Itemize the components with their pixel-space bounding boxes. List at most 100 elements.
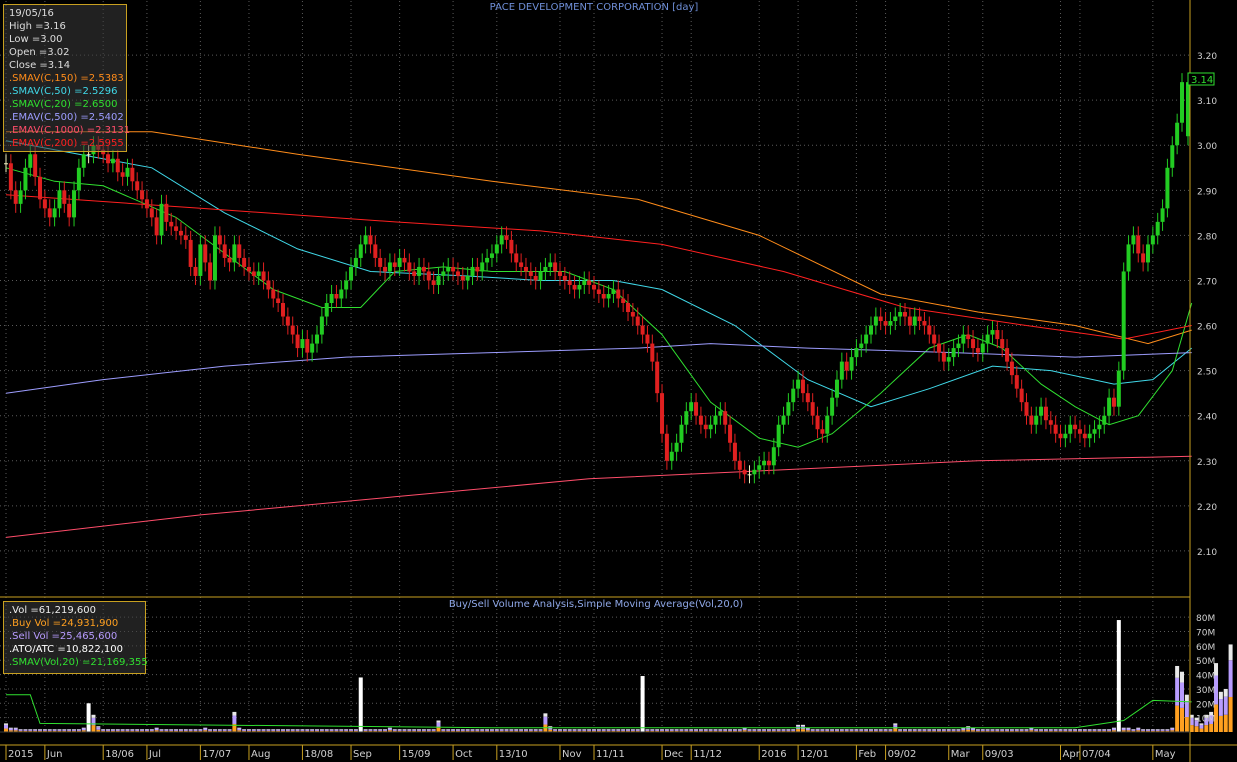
candle-body [144, 199, 149, 209]
candle-body [868, 325, 873, 335]
candle-body [903, 312, 908, 317]
candle-body [834, 379, 839, 398]
candle-body [839, 361, 844, 380]
candle-body [1165, 167, 1170, 209]
volume-bar-atoatc [183, 729, 188, 730]
volume-bar-sell [514, 729, 519, 731]
volume-bar-atoatc [285, 729, 290, 730]
volume-bar-atoatc [1184, 694, 1189, 702]
volume-bar-atoatc [1136, 727, 1141, 729]
volume-bar-sell [125, 729, 130, 731]
candle-body [52, 208, 57, 218]
date-tick-label: 12/01 [800, 749, 829, 760]
candle-body [368, 235, 373, 245]
volume-bar-sell [951, 729, 956, 731]
volume-bar-atoatc [684, 729, 689, 730]
volume-bar-sell [1039, 729, 1044, 731]
volume-bar-atoatc [728, 729, 733, 730]
candle-body [1005, 348, 1010, 362]
volume-bar-sell [713, 729, 718, 731]
volume-bar-sell [907, 729, 912, 731]
volume-bar-atoatc [713, 729, 718, 730]
volume-bar-atoatc [485, 729, 490, 730]
indicator-row: .SMAV(C,50) =2.5296 [9, 86, 118, 97]
volume-bar-atoatc [771, 729, 776, 730]
volume-bar-sell [431, 729, 436, 731]
volume-bar-sell [494, 729, 499, 731]
volume-bar-sell [499, 729, 504, 731]
volume-bar-atoatc [373, 729, 378, 730]
volume-bar-atoatc [927, 729, 932, 730]
volume-bar-atoatc [878, 729, 883, 730]
volume-bar-sell [703, 729, 708, 731]
candle-body [208, 262, 213, 281]
volume-bar-buy [1218, 715, 1223, 732]
indicator-list: .SMAV(C,150) =2.5383 .SMAV(C,50) =2.5296.… [9, 72, 130, 150]
volume-bar-sell [592, 729, 596, 731]
volume-bar-atoatc [421, 729, 426, 730]
candle-body [358, 244, 363, 258]
volume-bar-sell [995, 729, 1000, 731]
candle-body [1019, 388, 1024, 403]
volume-bar-atoatc [1005, 729, 1010, 730]
volume-bar-atoatc [319, 729, 324, 730]
candle-body [86, 154, 91, 156]
volume-bar-atoatc [810, 729, 815, 730]
volume-bar-buy [1175, 705, 1180, 732]
candle-body [193, 266, 198, 276]
volume-bar-sell [1024, 729, 1029, 731]
candle-body [72, 190, 77, 218]
date-tick-label: May [1155, 749, 1176, 760]
volume-bar-sell [523, 729, 528, 731]
volume-bar-atoatc [723, 729, 728, 730]
candle-body [917, 316, 922, 322]
candle-body [1048, 420, 1053, 425]
volume-bar-sell [353, 729, 358, 731]
volume-bar-sell [256, 729, 261, 731]
volume-bar-sell [660, 729, 665, 731]
volume-bar-buy [91, 725, 96, 732]
candle-body [319, 316, 324, 335]
volume-bar-sell [62, 729, 67, 731]
candle-body [577, 284, 582, 290]
volume-bar-sell [849, 729, 854, 731]
volume-bar-atoatc [834, 729, 839, 730]
volume-bar-sell [144, 729, 149, 731]
volume-bar-buy [1184, 717, 1189, 732]
volume-bar-atoatc [324, 729, 329, 730]
volume-bar-sell [237, 728, 242, 731]
volume-bar-atoatc [1097, 729, 1102, 730]
volume-bar-sell [4, 724, 8, 729]
volume-bar-atoatc [344, 729, 349, 730]
volume-bar-atoatc [907, 729, 912, 730]
volume-bar-buy [1204, 725, 1209, 732]
volume-bar-sell [937, 729, 942, 731]
volume-bar-atoatc [582, 729, 587, 730]
date-tick-label: 2015 [8, 749, 33, 760]
candle-body [135, 181, 140, 191]
candle-body [426, 271, 431, 281]
candle-body [592, 284, 596, 290]
volume-bar-sell [771, 729, 776, 731]
candle-body [8, 163, 13, 191]
candle-body [781, 415, 786, 425]
volume-bar-atoatc [1155, 729, 1160, 730]
price-tick-label: 3.00 [1197, 142, 1217, 152]
candle-body [961, 334, 966, 344]
volume-bar-atoatc [232, 711, 237, 716]
candle-body [261, 271, 266, 281]
volume-bar-atoatc [125, 729, 130, 730]
candle-body [800, 379, 805, 394]
volume-bar-sell [72, 729, 77, 731]
candle-body [1121, 271, 1126, 371]
candle-body [830, 397, 835, 416]
volume-bar-atoatc [752, 729, 757, 730]
volume-bar-atoatc [995, 729, 1000, 730]
volume-bar-atoatc [81, 727, 86, 729]
candle-body [650, 343, 655, 362]
volume-bar-atoatc [698, 729, 703, 730]
volume-bar-atoatc [295, 729, 300, 730]
volume-bar-atoatc [732, 729, 737, 730]
price-date: 19/05/16 [9, 8, 54, 19]
volume-bar-sell [465, 729, 470, 731]
